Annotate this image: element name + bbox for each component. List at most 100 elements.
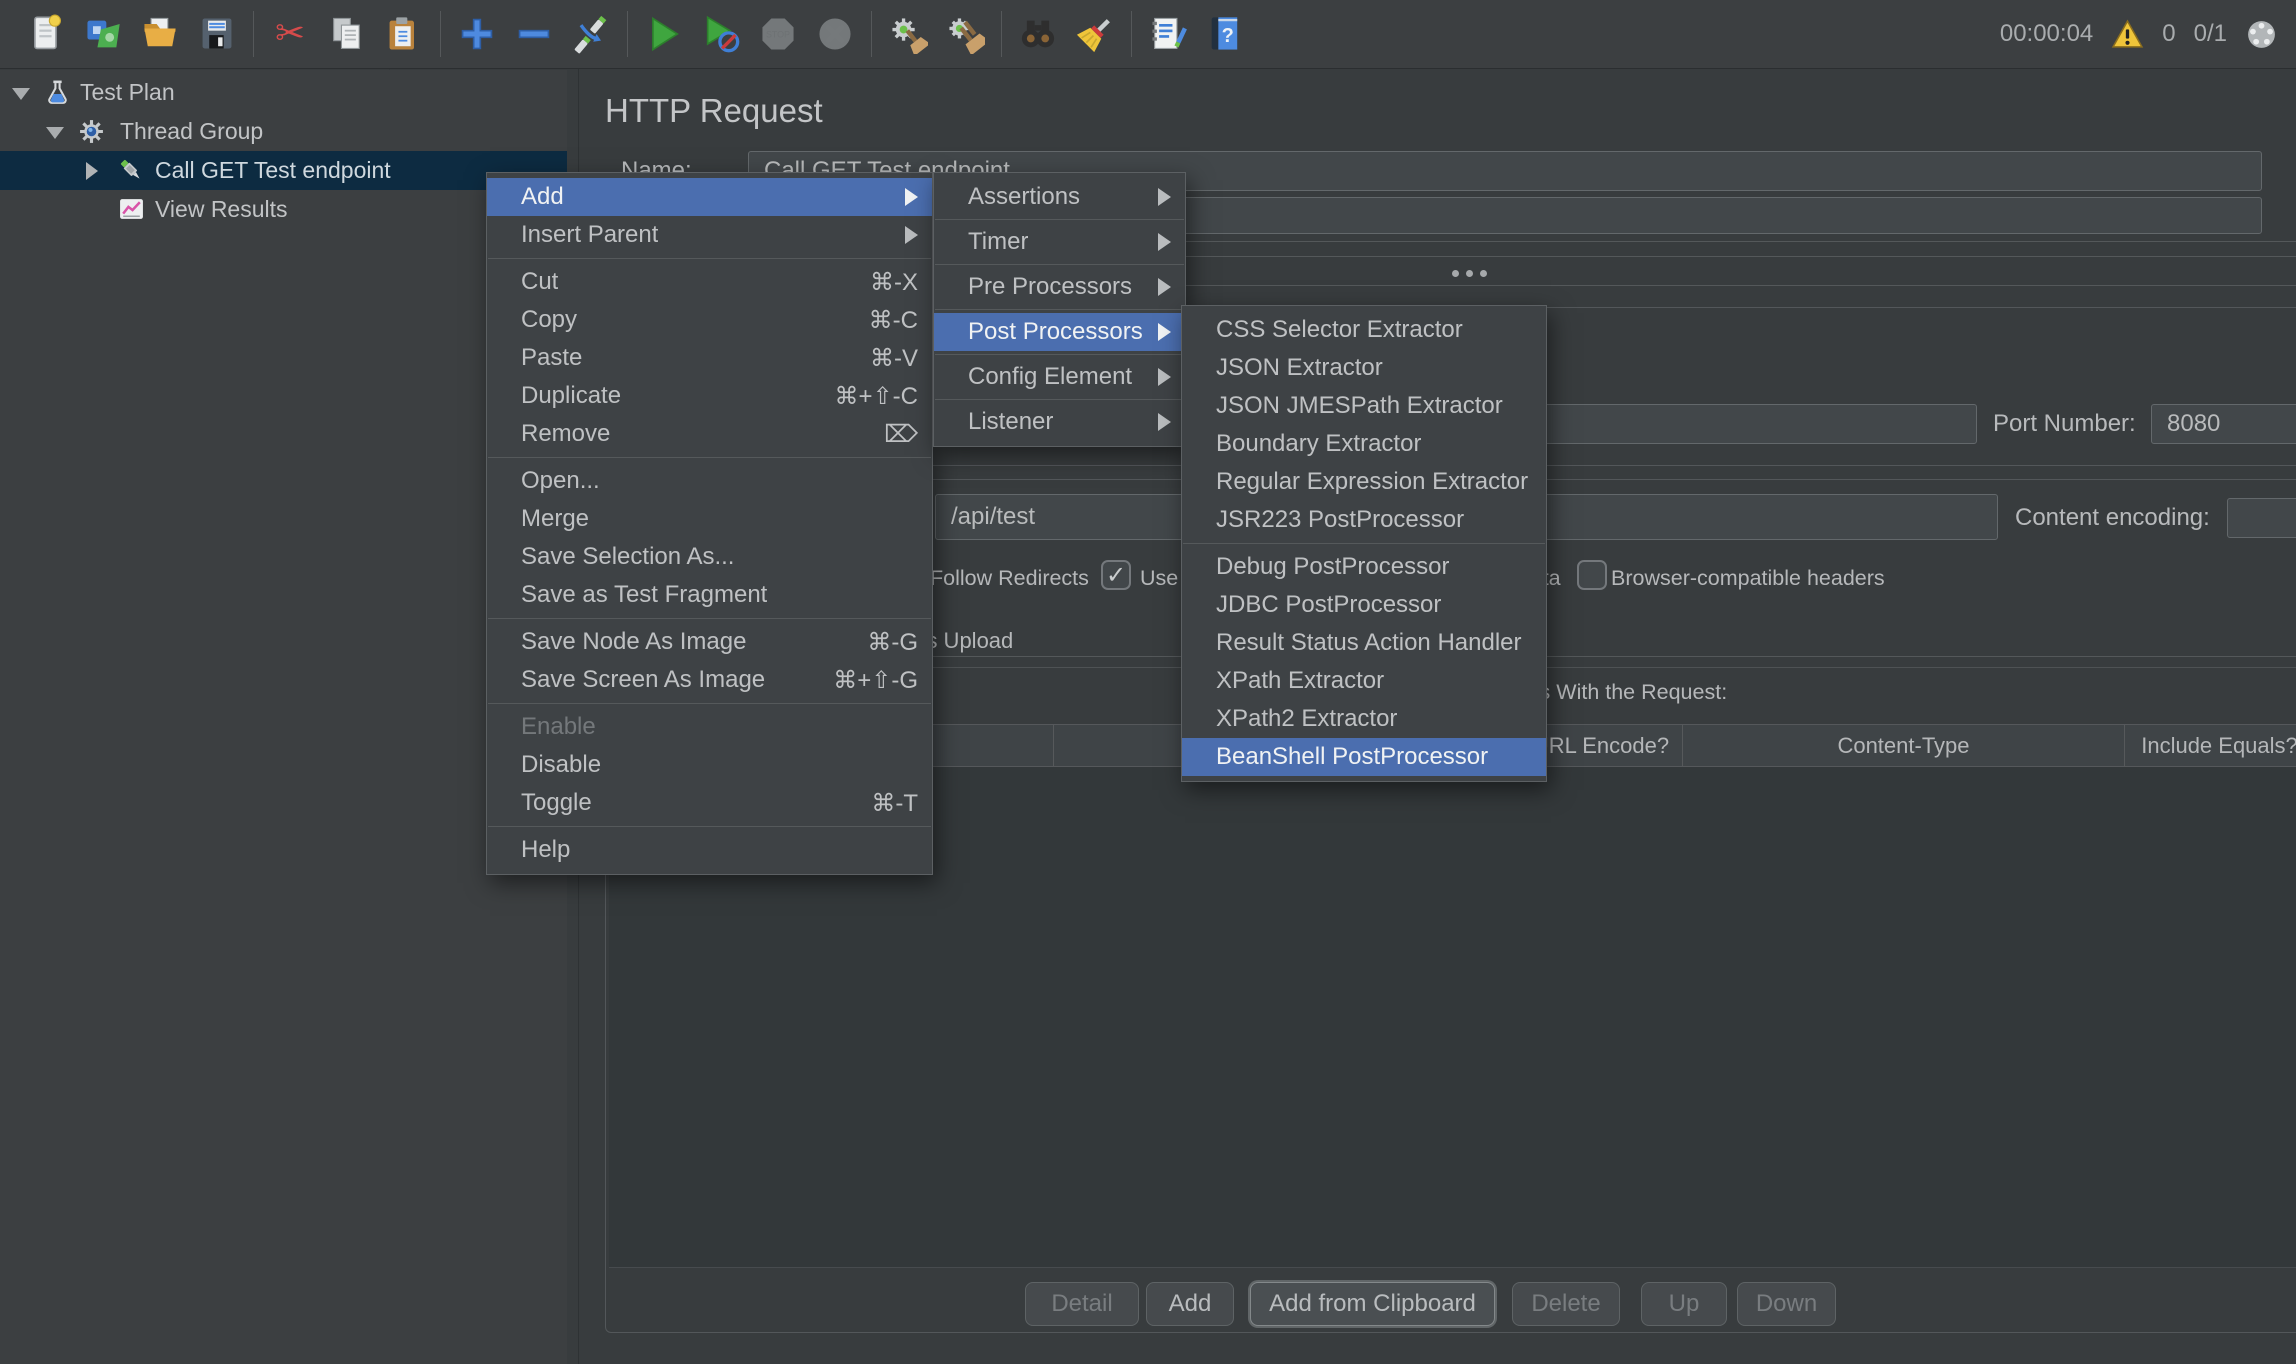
warning-count: 0 [2162, 20, 2175, 48]
menu-item-label: Help [521, 836, 570, 864]
menu-item-result-status-action-handler[interactable]: Result Status Action Handler [1182, 624, 1546, 662]
add-from-clipboard-button[interactable]: Add from Clipboard [1250, 1282, 1495, 1326]
menu-item-label: Cut [521, 268, 558, 296]
menu-item-regular-expression-extractor[interactable]: Regular Expression Extractor [1182, 463, 1546, 501]
menu-item-disable[interactable]: Disable [487, 746, 932, 784]
cut-icon[interactable]: ✂ [269, 13, 311, 55]
zoom-in-icon[interactable] [456, 13, 498, 55]
submenu-arrow-icon [1158, 323, 1171, 341]
clear-icon[interactable] [887, 13, 929, 55]
menu-item-save-screen-as-image[interactable]: Save Screen As Image ⌘+⇧-G [487, 661, 932, 699]
tree-item-call-get-test-endpoint[interactable]: Call GET Test endpoint [0, 151, 567, 190]
copy-icon[interactable] [326, 13, 368, 55]
menu-item-copy[interactable]: Copy⌘-C [487, 301, 932, 339]
warning-icon[interactable] [2111, 19, 2144, 50]
menu-item-debug-postprocessor[interactable]: Debug PostProcessor [1182, 548, 1546, 586]
save-icon[interactable] [196, 13, 238, 55]
menu-item-enable[interactable]: Enable [487, 708, 932, 746]
menu-item-json-extractor[interactable]: JSON Extractor [1182, 349, 1546, 387]
menu-item-save-selection-as[interactable]: Save Selection As... [487, 538, 932, 576]
toolbar-divider [440, 11, 441, 57]
delete-button[interactable]: Delete [1512, 1282, 1620, 1326]
search-icon[interactable] [1017, 13, 1059, 55]
menu-item-label: Disable [521, 751, 601, 779]
browser-headers-checkbox[interactable] [1577, 560, 1607, 590]
menu-item-open[interactable]: Open... [487, 462, 932, 500]
menu-item-post-processors[interactable]: Post Processors [934, 313, 1185, 351]
port-number-label: Port Number: [1993, 410, 2136, 438]
menu-separator [488, 618, 931, 619]
chevron-collapsed-icon[interactable] [86, 162, 98, 180]
svg-text:?: ? [1222, 25, 1234, 47]
help-icon[interactable]: ? [1204, 13, 1246, 55]
submenu-arrow-icon [905, 226, 918, 244]
menu-item-duplicate[interactable]: Duplicate ⌘+⇧-C [487, 377, 932, 415]
menu-item-pre-processors[interactable]: Pre Processors [934, 268, 1185, 306]
menu-item-insert-parent[interactable]: Insert Parent [487, 216, 932, 254]
shutdown-icon[interactable] [814, 13, 856, 55]
menu-item-beanshell-postprocessor[interactable]: BeanShell PostProcessor [1182, 738, 1546, 776]
use-keepalive-checkbox[interactable]: ✓ [1101, 560, 1131, 590]
menu-item-label: Regular Expression Extractor [1216, 468, 1528, 496]
menu-separator [488, 457, 931, 458]
new-file-icon[interactable] [25, 13, 67, 55]
menu-item-help[interactable]: Help [487, 831, 932, 869]
start-no-timers-icon[interactable] [700, 13, 742, 55]
port-number-input[interactable]: 8080 [2151, 404, 2296, 444]
add-submenu: Assertions Timer Pre Processors Post Proces… [933, 172, 1186, 447]
toolbar-group: STOP [632, 13, 867, 55]
menu-item-assertions[interactable]: Assertions [934, 178, 1185, 216]
menu-item-json-jmespath-extractor[interactable]: JSON JMESPath Extractor [1182, 387, 1546, 425]
menu-item-jdbc-postprocessor[interactable]: JDBC PostProcessor [1182, 586, 1546, 624]
menu-item-shortcut: ⌘+⇧-C [805, 382, 918, 411]
menu-item-listener[interactable]: Listener [934, 403, 1185, 441]
content-encoding-input[interactable] [2227, 498, 2296, 538]
templates-icon[interactable] [82, 13, 124, 55]
menu-item-jsr223-postprocessor[interactable]: JSR223 PostProcessor [1182, 501, 1546, 539]
menu-item-label: Pre Processors [968, 273, 1132, 301]
menu-item-add[interactable]: Add [487, 178, 932, 216]
menu-item-config-element[interactable]: Config Element [934, 358, 1185, 396]
menu-item-remove[interactable]: Remove⌦ [487, 415, 932, 453]
tree-item-view-results[interactable]: View Results [0, 190, 567, 229]
stop-icon[interactable]: STOP [757, 13, 799, 55]
menu-item-label: Save Screen As Image [521, 666, 765, 694]
chevron-expanded-icon[interactable] [12, 88, 30, 100]
start-icon[interactable] [643, 13, 685, 55]
menu-item-xpath2-extractor[interactable]: XPath2 Extractor [1182, 700, 1546, 738]
add-button[interactable]: Add [1146, 1282, 1234, 1326]
open-file-icon[interactable] [139, 13, 181, 55]
menu-item-timer[interactable]: Timer [934, 223, 1185, 261]
clear-search-icon[interactable] [1074, 13, 1116, 55]
menu-item-xpath-extractor[interactable]: XPath Extractor [1182, 662, 1546, 700]
paste-icon[interactable] [383, 13, 425, 55]
menu-item-shortcut: ⌘+⇧-G [803, 666, 918, 695]
detail-button[interactable]: Detail [1025, 1282, 1139, 1326]
menu-item-save-as-test-fragment[interactable]: Save as Test Fragment [487, 576, 932, 614]
chevron-expanded-icon[interactable] [46, 127, 64, 139]
menu-item-css-selector-extractor[interactable]: CSS Selector Extractor [1182, 311, 1546, 349]
column-header-content-type[interactable]: Content-Type [1683, 725, 2125, 766]
menu-item-toggle[interactable]: Toggle⌘-T [487, 784, 932, 822]
menu-item-cut[interactable]: Cut⌘-X [487, 263, 932, 301]
menu-item-label: Result Status Action Handler [1216, 629, 1522, 657]
menu-separator [1183, 543, 1545, 544]
menu-item-label: Assertions [968, 183, 1080, 211]
pencil-swap-icon[interactable] [570, 13, 612, 55]
zoom-out-icon[interactable] [513, 13, 555, 55]
menu-item-label: Duplicate [521, 382, 621, 410]
submenu-arrow-icon [1158, 278, 1171, 296]
tree-item-thread-group[interactable]: Thread Group [0, 112, 567, 151]
menu-item-merge[interactable]: Merge [487, 500, 932, 538]
menu-item-paste[interactable]: Paste⌘-V [487, 339, 932, 377]
tree-item-test-plan[interactable]: Test Plan [0, 73, 567, 112]
function-helper-icon[interactable] [1147, 13, 1189, 55]
menu-item-boundary-extractor[interactable]: Boundary Extractor [1182, 425, 1546, 463]
clear-all-icon[interactable] [944, 13, 986, 55]
splitter-handle[interactable] [1452, 270, 1487, 277]
down-button[interactable]: Down [1737, 1282, 1836, 1326]
column-header-include-equals[interactable]: Include Equals? [2125, 725, 2296, 766]
menu-item-save-node-as-image[interactable]: Save Node As Image⌘-G [487, 623, 932, 661]
toolbar-group [14, 13, 249, 55]
up-button[interactable]: Up [1641, 1282, 1727, 1326]
